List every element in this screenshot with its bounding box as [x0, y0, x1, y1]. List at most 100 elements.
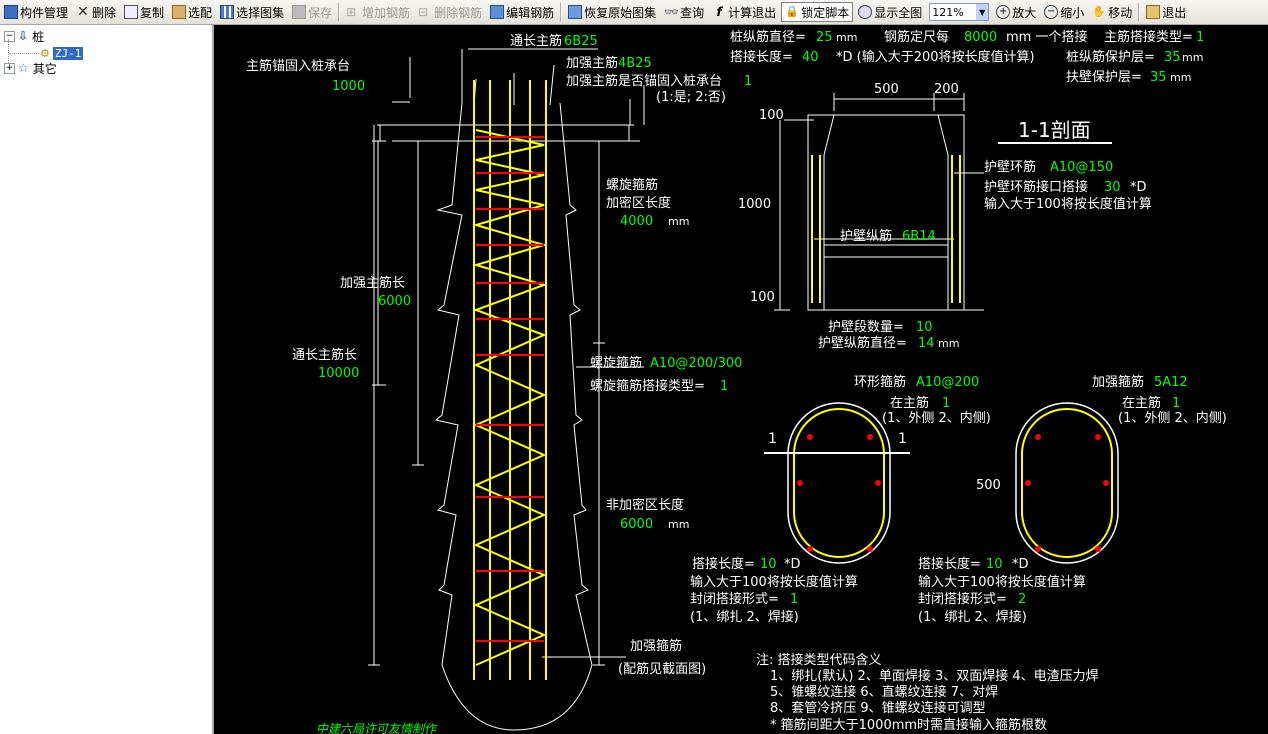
- chevron-down-icon: ▼: [976, 4, 989, 20]
- tongchang-value[interactable]: 6B25: [564, 34, 598, 49]
- binoculars-icon: 👓: [664, 5, 680, 19]
- atlas-grid-icon: [220, 5, 235, 19]
- close-value-2[interactable]: 2: [1018, 592, 1026, 607]
- wall-seg-label: 护壁段数量=: [828, 320, 904, 335]
- lap-label-1: 搭接长度=: [692, 556, 755, 572]
- tree-node-pile[interactable]: − ⇩ 桩: [4, 28, 44, 44]
- ring-value[interactable]: A10@150: [1050, 160, 1113, 175]
- rebar-len-value[interactable]: 8000: [964, 30, 997, 45]
- delete-button[interactable]: ✕ 删除: [73, 2, 119, 22]
- hoop-ring-left: [793, 408, 885, 558]
- show-all-button[interactable]: 显示全图: [855, 2, 925, 22]
- close-options-2: (1、绑扎 2、焊接): [918, 609, 1027, 625]
- section-title: 1-1剖面: [1018, 118, 1091, 142]
- dim-500: 500: [874, 82, 899, 97]
- expand-toggle[interactable]: +: [4, 62, 15, 74]
- anchor-options: (1:是; 2:否): [656, 90, 726, 105]
- zoom-in-button[interactable]: + 放大: [993, 2, 1039, 22]
- main-anchor-label: 主筋锚固入桩承台: [246, 58, 350, 74]
- wall-seg-value[interactable]: 10: [916, 320, 933, 335]
- drawing-canvas[interactable]: 通长主筋 6B25 加强主筋 4B25 加强主筋是否锚固入桩承台 1 (1:是;…: [214, 25, 1268, 734]
- lock-script-button[interactable]: 🔒 锁定脚本: [781, 2, 854, 22]
- cover-value[interactable]: 35: [1164, 50, 1181, 65]
- nondense-value[interactable]: 6000: [620, 517, 653, 532]
- wall-long-label: 护壁纵筋: [840, 228, 892, 244]
- zoom-select[interactable]: 121% ▼: [929, 3, 990, 21]
- component-list-icon: [4, 5, 18, 19]
- lock-icon: 🔒: [785, 5, 800, 18]
- lap-value-2[interactable]: 10: [986, 557, 1003, 572]
- lap-value-1[interactable]: 10: [760, 557, 777, 572]
- save-button[interactable]: 保存: [289, 2, 335, 22]
- rebar-drawing: 通长主筋 6B25 加强主筋 4B25 加强主筋是否锚固入桩承台 1 (1:是;…: [246, 29, 1227, 734]
- restore-icon: [568, 5, 583, 19]
- main-lap-type-label: 主筋搭接类型=: [1104, 29, 1193, 45]
- delete-x-icon: ✕: [77, 4, 89, 20]
- hoop-section-left: [764, 402, 910, 564]
- ring-lap-label: 护壁环筋接口搭接: [984, 179, 1088, 195]
- cut-label-left: 1: [768, 431, 777, 447]
- spiral2-value[interactable]: A10@200/300: [650, 356, 742, 371]
- spiral2-label: 螺旋箍筋: [590, 355, 642, 371]
- hoop-ring-right: [1021, 408, 1113, 558]
- ring-lap-value[interactable]: 30: [1104, 180, 1121, 195]
- reinf-length-value[interactable]: 6000: [378, 294, 411, 309]
- full-length-value[interactable]: 10000: [318, 366, 359, 381]
- lap-len-note: *D (输入大于200将按长度值计算): [836, 49, 1035, 65]
- wall-cover-value[interactable]: 35: [1150, 70, 1167, 85]
- wall-long-value[interactable]: 6B14: [902, 229, 936, 244]
- hoop-value[interactable]: A10@200: [916, 375, 979, 390]
- at-main-label-1: 在主筋: [890, 395, 929, 411]
- delete-rebar-button[interactable]: ⊟ 删除钢筋: [415, 2, 485, 22]
- select-atlas-button[interactable]: 选择图集: [217, 2, 287, 22]
- zoom-in-icon: +: [996, 5, 1011, 19]
- dense-length-label: 加密区长度: [606, 195, 671, 211]
- pick-button[interactable]: 选配: [169, 2, 215, 22]
- lap-d-1: *D: [784, 557, 801, 572]
- dense-length-unit: mm: [668, 215, 689, 228]
- anchor-value[interactable]: 1: [744, 74, 752, 89]
- lap-len-value[interactable]: 40: [802, 50, 819, 65]
- spiral-lap-value[interactable]: 1: [720, 379, 728, 394]
- jiaqiang-value[interactable]: 4B25: [618, 56, 652, 71]
- one-lap-text: mm 一个搭接: [1006, 29, 1087, 45]
- close-value-1[interactable]: 1: [790, 592, 798, 607]
- dim-500-hoop: 500: [976, 478, 1001, 493]
- main-lap-type-value[interactable]: 1: [1196, 30, 1204, 45]
- cover-unit: mm: [1182, 51, 1203, 64]
- zoom-out-button[interactable]: − 缩小: [1041, 2, 1087, 22]
- reinf-hoop-value[interactable]: 5A12: [1154, 375, 1188, 390]
- ring-label: 护壁环筋: [984, 159, 1036, 175]
- nondense-label: 非加密区长度: [606, 497, 684, 513]
- at-main-value-1[interactable]: 1: [942, 396, 950, 411]
- exit-button[interactable]: 退出: [1143, 2, 1189, 22]
- copy-button[interactable]: 复制: [121, 2, 167, 22]
- wall-dia-value[interactable]: 14: [918, 336, 935, 351]
- restore-atlas-button[interactable]: 恢复原始图集: [565, 2, 659, 22]
- star-icon: ☆: [18, 61, 29, 75]
- cut-label-right: 1: [898, 431, 907, 447]
- dim-200: 200: [934, 82, 959, 97]
- inout-options-2: (1、外侧 2、内侧): [1118, 410, 1227, 426]
- query-button[interactable]: 👓 查询: [661, 2, 707, 22]
- note-line-2: 5、锥螺纹连接 6、直螺纹连接 7、对焊: [770, 684, 998, 700]
- pile-dia-value[interactable]: 25: [816, 30, 833, 45]
- main-anchor-value[interactable]: 1000: [332, 79, 365, 94]
- formula-icon: f: [716, 5, 722, 19]
- edit-rebar-button[interactable]: 编辑钢筋: [487, 2, 557, 22]
- calc-exit-button[interactable]: f 计算退出: [709, 2, 779, 22]
- tree-node-other[interactable]: + ☆ 其它: [4, 60, 57, 76]
- note-line-1: 1、绑扎(默认) 2、单面焊接 3、双面焊接 4、电渣压力焊: [770, 668, 1099, 684]
- at-main-value-2[interactable]: 1: [1172, 396, 1180, 411]
- add-rebar-button[interactable]: ⊞ 增加钢筋: [343, 2, 413, 22]
- move-button[interactable]: ✋ 移动: [1089, 2, 1135, 22]
- hoop-bar-dots: [797, 434, 1109, 552]
- lap-note-2: 输入大于100将按长度值计算: [918, 574, 1086, 590]
- dim-100-top: 100: [759, 108, 784, 123]
- section-note: (配筋见截面图): [618, 661, 706, 677]
- ring-lap-d: *D: [1130, 180, 1147, 195]
- wall-cover-label: 扶壁保护层=: [1066, 70, 1142, 85]
- component-mgmt-button[interactable]: 构件管理: [1, 2, 71, 22]
- dense-length-value[interactable]: 4000: [620, 214, 653, 229]
- lap-label-2: 搭接长度=: [918, 556, 981, 572]
